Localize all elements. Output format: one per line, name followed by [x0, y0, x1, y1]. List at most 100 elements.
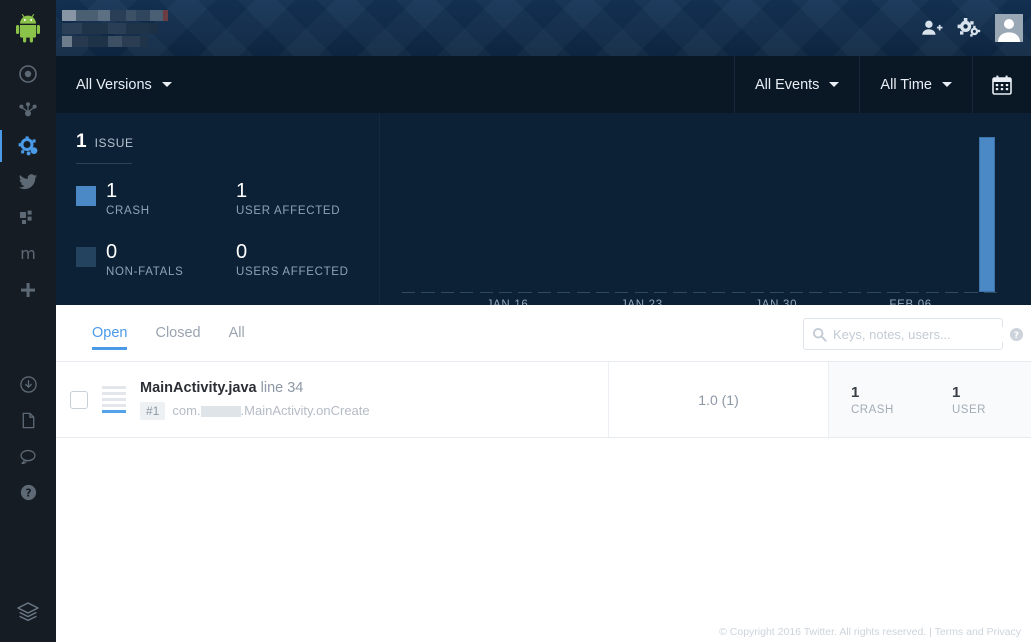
axis-dash — [906, 292, 920, 293]
tab-all[interactable]: All — [229, 305, 245, 362]
tab-closed[interactable]: Closed — [155, 305, 200, 362]
issue-checkbox[interactable] — [70, 390, 88, 409]
redaction-block — [98, 10, 110, 21]
stat-value: 1 — [106, 180, 118, 202]
date-picker-button[interactable] — [973, 56, 1031, 113]
share-network-icon — [18, 100, 38, 120]
redacted-text-row — [62, 23, 170, 34]
plus-icon — [18, 280, 38, 300]
tab-open[interactable]: Open — [92, 305, 128, 362]
rail-footer — [0, 594, 56, 642]
sidebar-item-answers[interactable] — [0, 92, 56, 128]
axis-dash — [886, 292, 900, 293]
sidebar-item-help[interactable]: ? — [0, 474, 56, 510]
sidebar-item-add-kit[interactable] — [0, 272, 56, 308]
sidebar-item-docs[interactable] — [0, 402, 56, 438]
events-filter[interactable]: All Events — [735, 56, 861, 113]
axis-dash — [789, 292, 803, 293]
issue-crash-caption: CRASH — [851, 403, 894, 416]
svg-text:?: ? — [1014, 330, 1019, 340]
axis-dash — [673, 292, 687, 293]
issue-user-count: 1 — [952, 383, 961, 401]
issue-title[interactable]: MainActivity.java line 34 — [140, 380, 370, 396]
chart-axis-line — [402, 292, 997, 293]
issue-rank-badge: #1 — [140, 401, 166, 420]
stat-caption: USER AFFECTED — [236, 205, 341, 217]
stat-cell: 0 NON-FATALS — [76, 241, 236, 278]
issue-subtitle: #1 com. .MainActivity.onCreate — [140, 401, 370, 420]
stat-color-swatch — [76, 247, 96, 267]
axis-dash — [595, 292, 610, 293]
sidebar-item-twitter-kit[interactable] — [0, 164, 56, 200]
search-input[interactable] — [833, 326, 1009, 342]
axis-dash — [615, 292, 629, 293]
search-box[interactable]: ? — [803, 318, 1024, 350]
redaction-block — [108, 36, 122, 47]
redaction-block — [150, 10, 163, 21]
stat-caption: NON-FATALS — [106, 266, 184, 278]
document-icon — [19, 411, 38, 430]
time-filter[interactable]: All Time — [860, 56, 973, 113]
issue-counts: 1 CRASH 1 USER — [829, 362, 1031, 437]
issue-method-path: com. .MainActivity.onCreate — [172, 403, 370, 418]
app-header — [56, 0, 1031, 56]
header-actions — [921, 0, 1023, 56]
android-robot-icon[interactable] — [0, 0, 56, 56]
add-user-icon[interactable] — [921, 18, 943, 38]
sidebar-item-fabric-kit[interactable] — [0, 200, 56, 236]
axis-dash — [557, 292, 571, 293]
axis-dash — [731, 292, 745, 293]
issue-total-label: ISSUE — [94, 136, 134, 150]
divider — [76, 163, 132, 164]
sidebar-item-fabric-layers[interactable] — [0, 594, 56, 630]
stat-cell: 0 USERS AFFECTED — [236, 241, 396, 278]
stat-value: 1 — [236, 180, 248, 202]
axis-dash — [576, 292, 590, 293]
issue-text: MainActivity.java line 34 #1 com. .MainActi… — [140, 380, 370, 420]
axis-dash — [440, 292, 454, 293]
chat-bubble-icon — [18, 447, 38, 466]
redaction-block — [126, 23, 150, 34]
axis-dash — [809, 292, 823, 293]
axis-dash — [460, 292, 474, 293]
sidebar-item-kits-overview[interactable] — [0, 56, 56, 92]
issues-panel: OpenClosedAll ? MainActivity.java li — [56, 305, 1031, 642]
redaction-block — [122, 36, 140, 47]
avatar[interactable] — [995, 14, 1023, 42]
stat-value: 0 — [106, 241, 118, 263]
blocks-icon — [18, 208, 38, 228]
mopub-m-icon: m — [17, 244, 39, 264]
chart-bar[interactable] — [979, 137, 996, 292]
axis-dash — [479, 292, 493, 293]
redaction-block — [108, 23, 126, 34]
versions-filter[interactable]: All Versions — [56, 56, 735, 113]
time-filter-label: All Time — [880, 76, 932, 93]
axis-dash — [847, 292, 862, 293]
sidebar-item-downloads[interactable] — [0, 366, 56, 402]
chart-plot-area: JAN 16JAN 23JAN 30FEB 06 — [402, 137, 997, 311]
crashlytics-dashboard: m ? All Versions All Events All Time 1 I… — [0, 0, 1031, 642]
stat-grid: 1 CRASH 1 USER AFFECTED 0 NON-FATALS 0 USERS AF… — [76, 180, 379, 278]
versions-filter-label: All Versions — [76, 76, 152, 93]
sidebar-item-feedback[interactable] — [0, 438, 56, 474]
axis-dash — [751, 292, 765, 293]
question-circle-icon[interactable]: ? — [1009, 327, 1024, 342]
issue-tabs: Open Closed All ? — [56, 305, 1031, 362]
axis-dash — [692, 292, 707, 293]
redaction-block — [82, 23, 108, 34]
filter-bar: All Versions All Events All Time — [56, 56, 1031, 113]
axis-dash — [402, 292, 416, 293]
issue-user-caption: USER — [952, 403, 986, 416]
issue-main-cell: MainActivity.java line 34 #1 com. .MainActi… — [56, 362, 609, 437]
sidebar-item-mopub[interactable]: m — [0, 236, 56, 272]
sidebar-item-crashlytics[interactable] — [0, 128, 56, 164]
app-title-redacted — [62, 10, 170, 47]
summary-band: 1 ISSUE 1 CRASH 1 USER AFFECTED 0 NON-FATALS 0… — [56, 113, 1031, 311]
redacted-text-row — [62, 36, 170, 47]
svg-text:?: ? — [25, 487, 31, 499]
footer-text: © Copyright 2016 Twitter. All rights res… — [719, 626, 1021, 638]
issue-row[interactable]: MainActivity.java line 34 #1 com. .MainActi… — [56, 362, 1031, 438]
gears-settings-icon[interactable] — [957, 17, 981, 39]
axis-dash — [983, 292, 997, 293]
stat-value: 0 — [236, 241, 248, 263]
